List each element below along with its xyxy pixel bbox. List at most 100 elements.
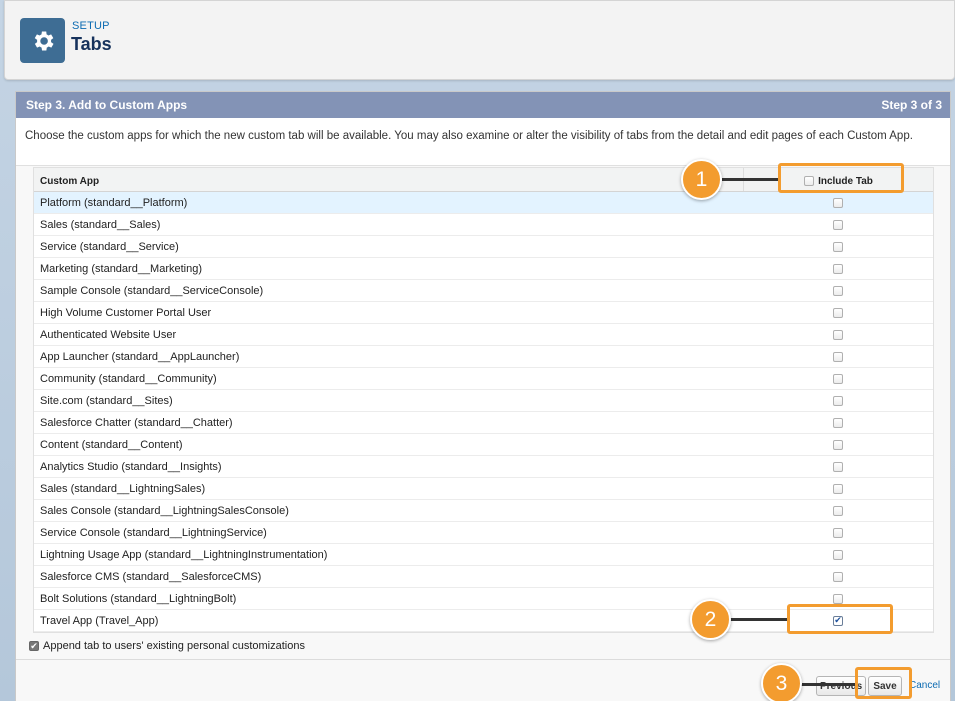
table-row: Community (standard__Community) xyxy=(34,368,933,390)
table-row: Site.com (standard__Sites) xyxy=(34,390,933,412)
custom-app-name: Salesforce CMS (standard__SalesforceCMS) xyxy=(40,570,262,583)
append-option: ✔ Append tab to users' existing personal… xyxy=(29,640,305,652)
callout-2-highlight xyxy=(787,604,893,634)
custom-app-name: App Launcher (standard__AppLauncher) xyxy=(40,350,240,363)
include-tab-cell xyxy=(743,417,933,428)
step-header: Step 3. Add to Custom Apps Step 3 of 3 xyxy=(16,92,950,118)
cancel-link[interactable]: Cancel xyxy=(909,680,940,691)
step-description: Choose the custom apps for which the new… xyxy=(16,118,950,166)
setup-header: SETUP Tabs xyxy=(4,0,955,80)
include-tab-checkbox[interactable] xyxy=(833,351,843,362)
table-row: Marketing (standard__Marketing) xyxy=(34,258,933,280)
include-tab-checkbox[interactable] xyxy=(833,549,843,560)
custom-app-name: Platform (standard__Platform) xyxy=(40,196,188,209)
append-label: Append tab to users' existing personal c… xyxy=(43,640,305,652)
include-tab-checkbox[interactable] xyxy=(833,461,843,472)
include-tab-cell xyxy=(743,527,933,538)
custom-apps-table: Custom App Include Tab Platform (standar… xyxy=(33,167,934,633)
include-tab-cell xyxy=(743,307,933,318)
callout-3-highlight xyxy=(855,667,912,699)
table-row: App Launcher (standard__AppLauncher) xyxy=(34,346,933,368)
include-tab-cell xyxy=(743,461,933,472)
custom-app-name: Site.com (standard__Sites) xyxy=(40,394,173,407)
include-tab-checkbox[interactable] xyxy=(833,505,843,516)
custom-app-name: Marketing (standard__Marketing) xyxy=(40,262,203,275)
append-checkbox[interactable]: ✔ xyxy=(29,641,39,651)
table-row: Service (standard__Service) xyxy=(34,236,933,258)
include-tab-cell xyxy=(743,263,933,274)
include-tab-cell xyxy=(743,505,933,516)
custom-app-name: Sales Console (standard__LightningSalesC… xyxy=(40,504,289,517)
callout-1: 1 xyxy=(681,159,722,200)
custom-app-name: Sales (standard__LightningSales) xyxy=(40,482,206,495)
table-row: Salesforce CMS (standard__SalesforceCMS) xyxy=(34,566,933,588)
gear-icon xyxy=(20,18,65,63)
custom-app-name: Content (standard__Content) xyxy=(40,438,183,451)
callout-3: 3 xyxy=(761,663,802,701)
include-tab-cell xyxy=(743,197,933,208)
table-row: High Volume Customer Portal User xyxy=(34,302,933,324)
include-tab-cell xyxy=(743,219,933,230)
custom-app-name: Service Console (standard__LightningServ… xyxy=(40,526,267,539)
include-tab-cell xyxy=(743,571,933,582)
include-tab-checkbox[interactable] xyxy=(833,373,843,384)
include-tab-checkbox[interactable] xyxy=(833,263,843,274)
custom-app-name: Service (standard__Service) xyxy=(40,240,179,253)
include-tab-cell xyxy=(743,483,933,494)
custom-app-name: Analytics Studio (standard__Insights) xyxy=(40,460,222,473)
table-body: Platform (standard__Platform) Sales (stan… xyxy=(34,192,933,632)
wizard-footer: Previous Save Cancel xyxy=(16,659,950,701)
callout-2: 2 xyxy=(690,599,731,640)
include-tab-checkbox[interactable] xyxy=(833,417,843,428)
custom-app-name: High Volume Customer Portal User xyxy=(40,306,212,319)
custom-app-name: Community (standard__Community) xyxy=(40,372,217,385)
include-tab-checkbox[interactable] xyxy=(833,483,843,494)
include-tab-checkbox[interactable] xyxy=(833,439,843,450)
include-tab-checkbox[interactable] xyxy=(833,307,843,318)
include-tab-cell xyxy=(743,549,933,560)
custom-app-name: Lightning Usage App (standard__Lightning… xyxy=(40,548,328,561)
include-tab-checkbox[interactable] xyxy=(833,197,843,208)
include-tab-cell xyxy=(743,285,933,296)
custom-app-name: Sales (standard__Sales) xyxy=(40,218,161,231)
include-tab-checkbox[interactable] xyxy=(833,219,843,230)
include-tab-cell xyxy=(743,351,933,362)
include-tab-checkbox[interactable] xyxy=(833,571,843,582)
table-row: Content (standard__Content) xyxy=(34,434,933,456)
column-header-custom-app: Custom App xyxy=(40,175,100,187)
step-counter: Step 3 of 3 xyxy=(881,98,942,112)
table-row: Sales Console (standard__LightningSalesC… xyxy=(34,500,933,522)
table-row: Salesforce Chatter (standard__Chatter) xyxy=(34,412,933,434)
include-tab-checkbox[interactable] xyxy=(833,241,843,252)
page-title: Tabs xyxy=(71,34,112,54)
header-eyebrow[interactable]: SETUP xyxy=(72,20,110,32)
include-tab-cell xyxy=(743,439,933,450)
custom-app-name: Salesforce Chatter (standard__Chatter) xyxy=(40,416,233,429)
table-row: Platform (standard__Platform) xyxy=(34,192,933,214)
table-row: Service Console (standard__LightningServ… xyxy=(34,522,933,544)
custom-app-name: Bolt Solutions (standard__LightningBolt) xyxy=(40,592,237,605)
include-tab-checkbox[interactable] xyxy=(833,593,843,604)
table-row: Lightning Usage App (standard__Lightning… xyxy=(34,544,933,566)
include-tab-cell xyxy=(743,241,933,252)
callout-1-leader xyxy=(722,178,780,181)
callout-2-leader xyxy=(730,618,790,621)
include-tab-checkbox[interactable] xyxy=(833,527,843,538)
step-title: Step 3. Add to Custom Apps xyxy=(26,98,188,112)
table-row: Sales (standard__LightningSales) xyxy=(34,478,933,500)
custom-app-name: Authenticated Website User xyxy=(40,328,177,341)
include-tab-cell xyxy=(743,593,933,604)
include-tab-cell xyxy=(743,329,933,340)
include-tab-checkbox[interactable] xyxy=(833,285,843,296)
table-row: Sample Console (standard__ServiceConsole… xyxy=(34,280,933,302)
callout-3-leader xyxy=(800,683,857,686)
include-tab-cell xyxy=(743,373,933,384)
include-tab-checkbox[interactable] xyxy=(833,395,843,406)
include-tab-checkbox[interactable] xyxy=(833,329,843,340)
include-tab-cell xyxy=(743,395,933,406)
table-row: Sales (standard__Sales) xyxy=(34,214,933,236)
callout-1-highlight xyxy=(778,163,904,193)
custom-app-name: Travel App (Travel_App) xyxy=(40,614,159,627)
table-row: Authenticated Website User xyxy=(34,324,933,346)
table-row: Analytics Studio (standard__Insights) xyxy=(34,456,933,478)
